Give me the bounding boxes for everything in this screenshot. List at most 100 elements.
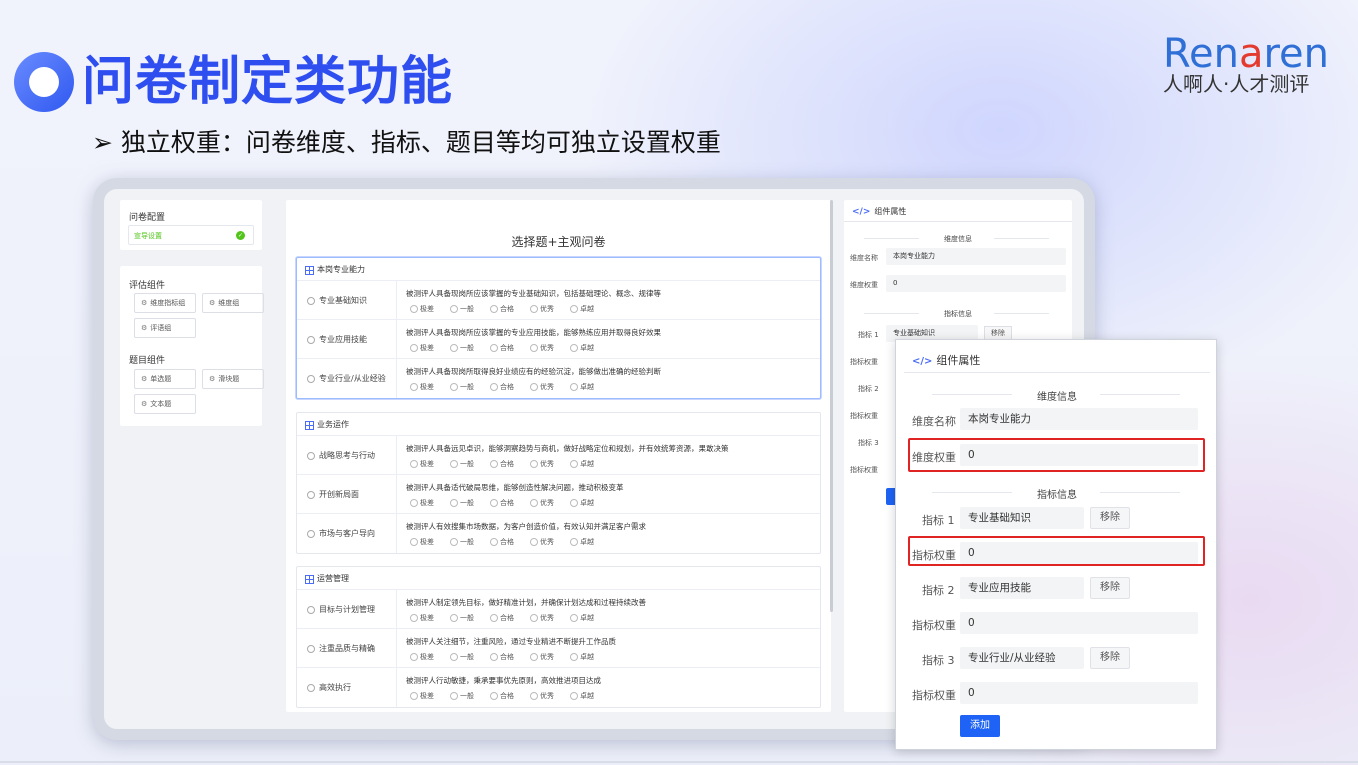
zoom-indicator-label: 指标 3 (922, 654, 955, 667)
indicator-weight-label-1: 指标权重 (850, 358, 878, 366)
survey-title: 选择题+主观问卷 (511, 235, 606, 249)
rating-radio[interactable]: 优秀 (530, 459, 554, 469)
zoom-indicator-input[interactable]: 专业基础知识 (960, 507, 1084, 529)
rating-radio[interactable]: 一般 (450, 652, 474, 662)
indicator-row[interactable]: 开创新局面 被测评人具备适代破局思维，能够创造性解决问题，推动积极变革 极差 一般 合格… (297, 475, 820, 514)
rating-radio[interactable]: 优秀 (530, 498, 554, 508)
rating-radio[interactable]: 极差 (410, 537, 434, 547)
rating-radio[interactable]: 卓越 (570, 459, 594, 469)
rating-radio[interactable]: 优秀 (530, 304, 554, 314)
rating-radio[interactable]: 卓越 (570, 343, 594, 353)
rating-radio[interactable]: 卓越 (570, 691, 594, 701)
rating-radio[interactable]: 一般 (450, 459, 474, 469)
rating-radio[interactable]: 极差 (410, 459, 434, 469)
indicator-description: 被测评人有效搜集市场数据，为客户创造价值，有效认知并满足客户需求 (406, 522, 646, 531)
check-circle-icon: ✓ (236, 231, 245, 240)
rating-radio[interactable]: 极差 (410, 382, 434, 392)
dimension-weight-input[interactable]: 0 (886, 275, 1066, 292)
zoom-indicator-input[interactable]: 专业应用技能 (960, 577, 1084, 599)
components-card: 评估组件 维度指标组 维度组 评语组 题目组件 单选题 滑块题 文本题 (120, 266, 264, 426)
rating-radio[interactable]: 一般 (450, 691, 474, 701)
remove-indicator-button[interactable]: 移除 (1090, 507, 1130, 529)
brand-logo: Renaren 人啊人·人才测评 (1163, 32, 1333, 96)
indicator-row[interactable]: 专业应用技能 被测评人具备现岗所应该掌握的专业应用技能，能够熟练应用并取得良好效果… (297, 320, 820, 359)
rating-radio[interactable]: 卓越 (570, 498, 594, 508)
dimension-section[interactable]: 运营管理 目标与计划管理 被测评人制定领先目标，做好精准计划，并确保计划达成和过程持… (296, 566, 821, 708)
remove-indicator-button[interactable]: 移除 (1090, 647, 1130, 669)
rating-radio[interactable]: 合格 (490, 652, 514, 662)
rating-radio[interactable]: 极差 (410, 613, 434, 623)
rating-radio[interactable]: 合格 (490, 343, 514, 353)
rating-radio[interactable]: 卓越 (570, 652, 594, 662)
dimension-name-input[interactable]: 本岗专业能力 (886, 248, 1066, 265)
rating-radio[interactable]: 极差 (410, 498, 434, 508)
rating-radio[interactable]: 一般 (450, 613, 474, 623)
rating-radio[interactable]: 一般 (450, 498, 474, 508)
indicator-row[interactable]: 专业行业/从业经验 被测评人具备现岗所取得良好业绩应有的经验沉淀，能够做出准确的经… (297, 359, 820, 398)
indicator-row[interactable]: 高效执行 被测评人行动敏捷，秉承要事优先原则，高效推进项目达成 极差 一般 合格 优秀 卓越 (297, 668, 820, 707)
indicator-description: 被测评人具备远见卓识，能够洞察趋势与商机，做好战略定位和规划，并有效统筹资源，果… (406, 444, 729, 453)
rating-radio[interactable]: 优秀 (530, 613, 554, 623)
rating-radio[interactable]: 卓越 (570, 537, 594, 547)
rating-radio[interactable]: 一般 (450, 304, 474, 314)
chip-dimension-indicator-group[interactable]: 维度指标组 (134, 293, 196, 313)
section-title: 本岗专业能力 (297, 258, 820, 281)
indicator-row[interactable]: 专业基础知识 被测评人具备现岗所应该掌握的专业基础知识，包括基础理论、概念、规律等… (297, 281, 820, 320)
indicator-row[interactable]: 市场与客户导向 被测评人有效搜集市场数据，为客户创造价值，有效认知并满足客户需求极… (297, 514, 820, 553)
slide-title: 问卷制定类功能 (82, 52, 454, 112)
indicator-description: 被测评人制定领先目标，做好精准计划，并确保计划达成和过程持续改善 (406, 598, 646, 607)
dimension-section[interactable]: 本岗专业能力 专业基础知识 被测评人具备现岗所应该掌握的专业基础知识，包括基础理论、… (296, 257, 821, 399)
rating-radio[interactable]: 优秀 (530, 537, 554, 547)
rating-options: 极差 一般 合格 优秀 卓越 (410, 537, 610, 547)
rating-radio[interactable]: 合格 (490, 498, 514, 508)
rating-radio[interactable]: 优秀 (530, 691, 554, 701)
rating-radio[interactable]: 合格 (490, 537, 514, 547)
rating-radio[interactable]: 极差 (410, 652, 434, 662)
rating-radio[interactable]: 优秀 (530, 343, 554, 353)
rating-radio[interactable]: 一般 (450, 343, 474, 353)
chip-text[interactable]: 文本题 (134, 394, 196, 414)
rating-radio[interactable]: 合格 (490, 304, 514, 314)
highlight-indicator-weight (908, 536, 1205, 566)
rating-radio[interactable]: 优秀 (530, 382, 554, 392)
zoom-indicator-input[interactable]: 专业行业/从业经验 (960, 647, 1084, 669)
chip-dimension-group[interactable]: 维度组 (202, 293, 264, 313)
indicator-name: 市场与客户导向 (297, 514, 397, 553)
indicator-2-label: 指标 2 (858, 385, 879, 393)
config-item-advocacy[interactable]: 宣导设置 ✓ (128, 225, 254, 245)
indicator-name: 专业基础知识 (297, 281, 397, 320)
indicator-row[interactable]: 目标与计划管理 被测评人制定领先目标，做好精准计划，并确保计划达成和过程持续改善极… (297, 590, 820, 629)
rating-radio[interactable]: 极差 (410, 304, 434, 314)
zoom-indicator-weight-input[interactable]: 0 (960, 612, 1198, 634)
remove-indicator-button[interactable]: 移除 (1090, 577, 1130, 599)
rating-options: 极差 一般 合格 优秀 卓越 (410, 613, 610, 623)
rating-radio[interactable]: 卓越 (570, 382, 594, 392)
rating-radio[interactable]: 优秀 (530, 652, 554, 662)
indicator-row[interactable]: 战略思考与行动 被测评人具备远见卓识，能够洞察趋势与商机，做好战略定位和规划，并有… (297, 436, 820, 475)
zoom-indicator-info-heading: 指标信息 (1037, 490, 1077, 501)
rating-radio[interactable]: 合格 (490, 691, 514, 701)
zoom-indicator-weight-input[interactable]: 0 (960, 682, 1198, 704)
rating-radio[interactable]: 卓越 (570, 304, 594, 314)
rating-radio[interactable]: 合格 (490, 613, 514, 623)
indicator-row[interactable]: 注重品质与精确 被测评人关注细节，注重风险，通过专业精进不断提升工作品质 极差 一般 合… (297, 629, 820, 668)
rating-radio[interactable]: 一般 (450, 382, 474, 392)
rating-radio[interactable]: 一般 (450, 537, 474, 547)
chip-slider[interactable]: 滑块题 (202, 369, 264, 389)
rating-options: 极差 一般 合格 优秀 卓越 (410, 691, 610, 701)
chip-comment-group[interactable]: 评语组 (134, 318, 196, 338)
dimension-name-label: 维度名称 (850, 254, 878, 262)
chip-single-choice[interactable]: 单选题 (134, 369, 196, 389)
zoom-dimension-name-input[interactable]: 本岗专业能力 (960, 408, 1198, 430)
rating-radio[interactable]: 极差 (410, 691, 434, 701)
add-button[interactable]: 添加 (960, 715, 1000, 737)
canvas-scrollbar[interactable] (830, 200, 833, 612)
rating-radio[interactable]: 极差 (410, 343, 434, 353)
rating-radio[interactable]: 卓越 (570, 613, 594, 623)
rating-radio[interactable]: 合格 (490, 382, 514, 392)
dimension-section[interactable]: 业务运作 战略思考与行动 被测评人具备远见卓识，能够洞察趋势与商机，做好战略定位和规… (296, 412, 821, 554)
rating-options: 极差 一般 合格 优秀 卓越 (410, 304, 610, 314)
section-title: 业务运作 (297, 413, 820, 436)
rating-radio[interactable]: 合格 (490, 459, 514, 469)
property-header: </> 组件属性 (852, 207, 907, 217)
